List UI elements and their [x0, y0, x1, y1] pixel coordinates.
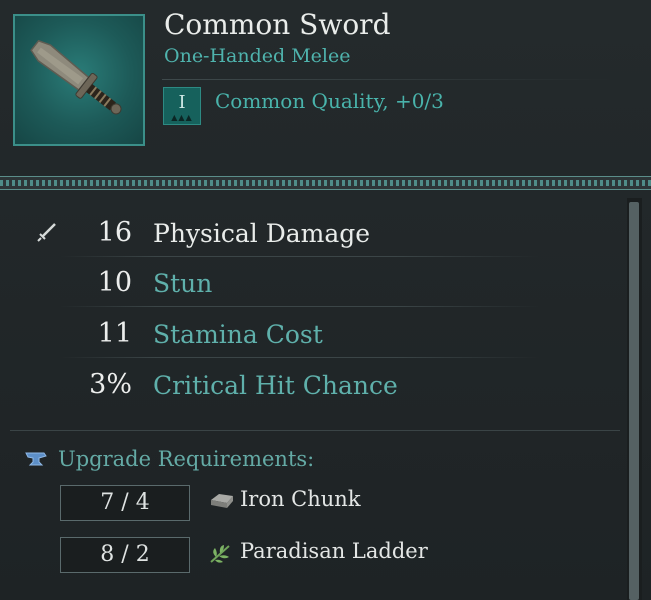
stat-row-critical-hit-chance: 3% Critical Hit Chance — [0, 359, 620, 409]
upgrade-heading: Upgrade Requirements: — [58, 447, 315, 471]
header-divider — [162, 79, 612, 80]
anvil-icon — [25, 452, 47, 466]
scrollbar-thumb[interactable] — [629, 202, 639, 600]
sword-stat-icon — [37, 223, 56, 242]
row-separator — [60, 357, 540, 358]
requirement-row-paradisan-ladder: 8 / 2 Paradisan Ladder — [60, 537, 560, 577]
item-icon-frame — [13, 14, 145, 146]
requirement-count: 8 / 2 — [60, 537, 190, 573]
quality-pips-icon: ▲▲▲ — [171, 113, 193, 122]
divider-line-bottom — [0, 189, 651, 190]
item-name: Common Sword — [164, 8, 391, 41]
stat-value: 11 — [97, 318, 132, 349]
item-tooltip-panel: Common Sword One-Handed Melee I ▲▲▲ Comm… — [0, 0, 651, 600]
stat-label: Stun — [153, 269, 213, 298]
row-separator — [60, 306, 540, 307]
stat-value: 3% — [89, 369, 132, 400]
stat-label: Physical Damage — [153, 219, 371, 248]
requirement-count: 7 / 4 — [60, 485, 190, 521]
stat-value: 16 — [97, 217, 132, 248]
requirement-row-iron-chunk: 7 / 4 Iron Chunk — [60, 485, 560, 525]
stat-label: Critical Hit Chance — [153, 371, 398, 400]
quality-badge: I ▲▲▲ — [163, 87, 201, 125]
divider-line-top — [0, 176, 651, 177]
requirement-name: Iron Chunk — [240, 487, 361, 511]
stat-label: Stamina Cost — [153, 320, 323, 349]
sword-item-icon — [30, 39, 122, 115]
stat-row-stun: 10 Stun — [0, 257, 620, 307]
item-type: One-Handed Melee — [164, 45, 351, 67]
ornamental-divider — [0, 176, 651, 190]
stat-value: 10 — [97, 267, 132, 298]
quality-level: I — [178, 92, 186, 113]
section-separator — [10, 430, 620, 431]
stat-row-physical-damage: 16 Physical Damage — [0, 207, 620, 257]
iron-ingot-icon — [211, 494, 233, 508]
stat-row-stamina-cost: 11 Stamina Cost — [0, 308, 620, 358]
quality-text: Common Quality, +0/3 — [215, 89, 444, 113]
requirement-name: Paradisan Ladder — [240, 539, 428, 563]
herb-icon — [210, 545, 230, 563]
